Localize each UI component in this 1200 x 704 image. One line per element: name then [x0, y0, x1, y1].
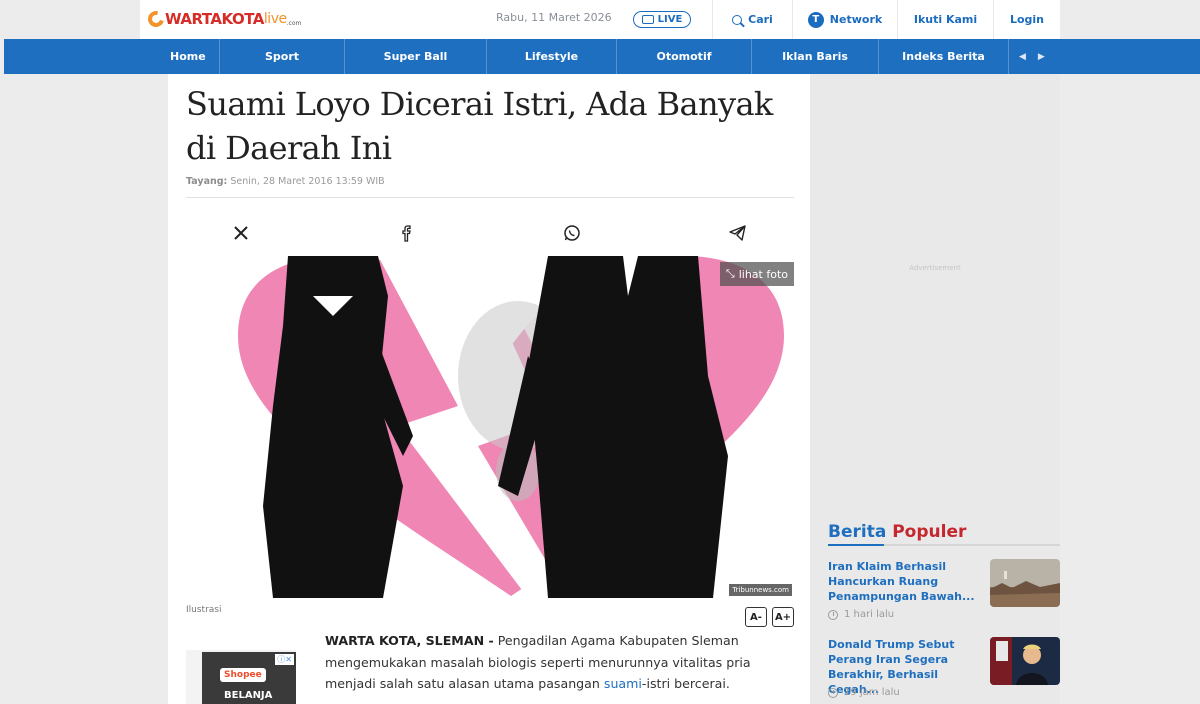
popular-item-time: 1 hari lalu [828, 609, 894, 620]
body-text-part2: -istri bercerai. [641, 676, 730, 691]
nav-item-lifestyle[interactable]: Lifestyle [487, 39, 617, 74]
live-label: LIVE [657, 14, 683, 25]
nav-item-super-ball[interactable]: Super Ball [345, 39, 487, 74]
font-decrease-button[interactable]: A- [745, 607, 767, 627]
shopee-cta: BELANJA [224, 690, 273, 701]
search-label: Cari [748, 13, 773, 26]
popular-heading-part1: Berita [828, 522, 887, 542]
popular-item-thumbnail[interactable] [990, 559, 1060, 607]
photo-credit: Tribunnews.com [729, 584, 792, 596]
share-whatsapp-icon[interactable] [561, 222, 583, 244]
publish-label: Tayang: [186, 176, 228, 187]
shopee-ad-banner[interactable]: ⓘ✕ Shopee BELANJA [202, 652, 296, 704]
share-facebook-icon[interactable] [396, 222, 418, 244]
clock-icon [828, 609, 838, 620]
font-increase-button[interactable]: A+ [772, 607, 794, 627]
logo-mark-icon [145, 8, 167, 30]
top-header: WARTAKOTA live .com Rabu, 11 Maret 2026 … [140, 0, 1060, 39]
view-photo-button[interactable]: ⤡ lihat foto [719, 262, 794, 286]
sidebar: Advertisement Berita Populer Iran Klaim … [810, 74, 1060, 704]
ad-choices-icon[interactable]: ⓘ✕ [275, 654, 294, 665]
shopee-logo: Shopee [220, 668, 266, 682]
current-date: Rabu, 11 Maret 2026 [496, 11, 612, 24]
photo-caption: Ilustrasi [186, 605, 222, 615]
popular-item-time-text: 19 jam lalu [844, 687, 900, 698]
popular-news-heading: Berita Populer [828, 522, 966, 542]
tag-link-suami[interactable]: suami [604, 676, 642, 691]
popular-heading-underline [828, 544, 1060, 546]
article-body: WARTA KOTA, SLEMAN - Pengadilan Agama Ka… [325, 630, 795, 695]
dateline: WARTA KOTA, SLEMAN - [325, 633, 494, 648]
share-x-icon[interactable] [230, 222, 252, 244]
popular-item[interactable]: Donald Trump Sebut Perang Iran Segera Be… [828, 637, 1060, 704]
nav-item-home[interactable]: Home [170, 39, 220, 74]
popular-heading-part2: Populer [892, 522, 967, 542]
main-nav: Home Sport Super Ball Lifestyle Otomotif… [4, 39, 1200, 74]
nav-item-indeks-berita[interactable]: Indeks Berita [879, 39, 1009, 74]
nav-next-arrow-icon[interactable]: ▶ [1038, 52, 1045, 62]
search-icon [732, 14, 743, 25]
popular-item-time-text: 1 hari lalu [844, 609, 895, 620]
nav-item-otomotif[interactable]: Otomotif [617, 39, 752, 74]
login-button[interactable]: Login [993, 0, 1060, 39]
publish-date: Senin, 28 Maret 2016 13:59 WIB [230, 176, 385, 187]
site-logo[interactable]: WARTAKOTA live .com [145, 6, 302, 32]
article-photo[interactable]: ⤡ lihat foto Tribunnews.com [228, 256, 794, 598]
nav-item-iklan-baris[interactable]: Iklan Baris [752, 39, 879, 74]
nav-item-sport[interactable]: Sport [220, 39, 345, 74]
advertisement-label: Advertisement [909, 264, 961, 272]
expand-icon: ⤡ [725, 267, 735, 280]
network-button[interactable]: T Network [792, 0, 897, 39]
couple-silhouette-illustration [238, 256, 784, 598]
network-label: Network [829, 13, 883, 26]
logo-text: WARTAKOTA [165, 10, 264, 28]
search-button[interactable]: Cari [712, 0, 792, 39]
nav-items: Home Sport Super Ball Lifestyle Otomotif… [170, 39, 1060, 74]
tv-icon [641, 15, 654, 24]
share-telegram-icon[interactable] [727, 222, 749, 244]
follow-button[interactable]: Ikuti Kami [897, 0, 993, 39]
meta-divider [186, 197, 794, 198]
clock-icon [828, 687, 838, 698]
tribun-network-icon: T [807, 11, 824, 28]
popular-item-title[interactable]: Iran Klaim Berhasil Hancurkan Ruang Pena… [828, 559, 978, 604]
nav-prev-arrow-icon[interactable]: ◀ [1019, 52, 1026, 62]
popular-item[interactable]: Iran Klaim Berhasil Hancurkan Ruang Pena… [828, 559, 1060, 629]
logo-domain-text: .com [286, 19, 302, 27]
popular-item-thumbnail[interactable] [990, 637, 1060, 685]
live-button[interactable]: LIVE [632, 11, 692, 28]
live-button-wrap: LIVE [612, 0, 712, 39]
nav-scroll-arrows: ◀ ▶ [1009, 39, 1045, 74]
article-container: Suami Loyo Dicerai Istri, Ada Banyak di … [168, 74, 810, 704]
popular-item-time: 19 jam lalu [828, 687, 900, 698]
inline-ad[interactable]: ⓘ✕ Shopee BELANJA [186, 650, 296, 704]
article-title: Suami Loyo Dicerai Istri, Ada Banyak di … [186, 85, 773, 167]
article-meta: Tayang: Senin, 28 Maret 2016 13:59 WIB [186, 176, 385, 187]
logo-live-text: live [263, 11, 287, 27]
view-photo-label: lihat foto [738, 267, 788, 281]
